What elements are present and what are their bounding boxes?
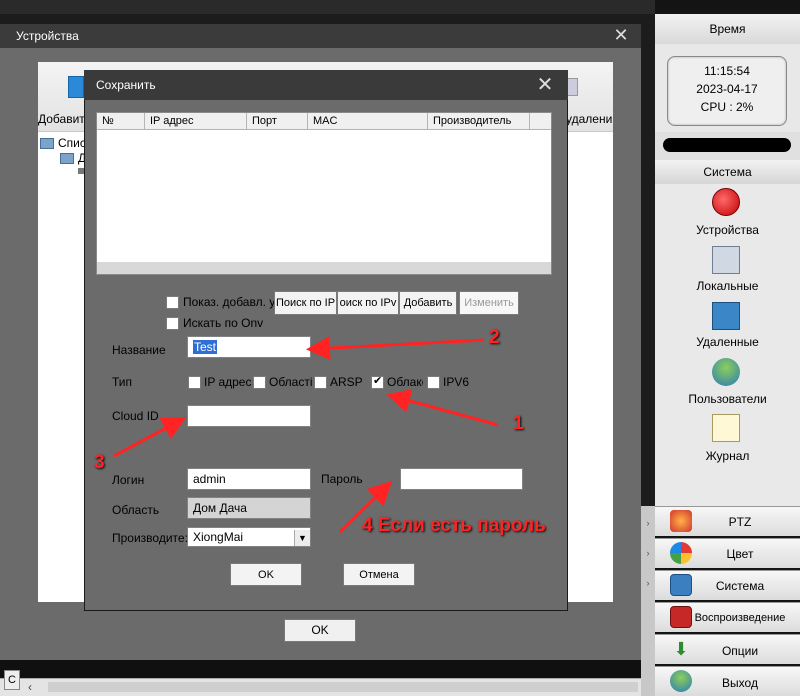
- save-dialog-title: Сохранить: [84, 70, 568, 100]
- tree-item-list[interactable]: Спис: [58, 136, 86, 150]
- chevron-icon[interactable]: ›: [641, 548, 655, 558]
- exit-icon: [670, 670, 692, 692]
- type-ip-checkbox[interactable]: [188, 376, 201, 389]
- area-label: Область: [112, 503, 160, 517]
- type-ipv6-label: IPV6: [443, 375, 470, 389]
- clock-time: 11:15:54: [704, 64, 750, 78]
- tab-options-label: Опции: [721, 644, 759, 658]
- options-icon: ⬇: [673, 639, 689, 659]
- system-header: Система: [655, 160, 800, 184]
- device-search-table[interactable]: [96, 112, 552, 275]
- scroll-track[interactable]: [48, 682, 638, 692]
- type-cloud-checkbox[interactable]: [371, 374, 384, 389]
- outer-ok-button[interactable]: OK: [284, 619, 356, 642]
- column-header-mac[interactable]: MAC: [308, 113, 428, 130]
- column-header-vendor[interactable]: Производитель: [428, 113, 530, 130]
- column-header-port[interactable]: Порт: [247, 113, 308, 130]
- local-icon[interactable]: [712, 246, 740, 274]
- menu-item-devices[interactable]: Устройства: [655, 223, 800, 237]
- chevron-down-icon[interactable]: ▼: [294, 530, 310, 546]
- vendor-label: Производите:: [112, 531, 188, 545]
- tab-playback-label: Воспроизведение: [694, 612, 786, 624]
- color-icon: [670, 542, 692, 564]
- cancel-button[interactable]: Отмена: [343, 563, 415, 586]
- close-icon[interactable]: ✕: [612, 26, 630, 44]
- add-device-label[interactable]: Добавит: [38, 112, 85, 126]
- type-cloud-label: Облако: [387, 375, 423, 389]
- type-ipv6-checkbox[interactable]: [427, 376, 440, 389]
- type-ip-label: IP адрес: [204, 375, 252, 389]
- tab-system-label: Система: [715, 579, 765, 593]
- system-icon: [670, 574, 692, 596]
- annotation-1: 1: [513, 413, 524, 434]
- time-header: Время: [655, 14, 800, 44]
- type-arsp-label: ARSP: [330, 375, 363, 389]
- login-input[interactable]: admin: [187, 468, 311, 490]
- search-ip-button[interactable]: Поиск по IP: [274, 291, 337, 315]
- cloud-id-label: Cloud ID: [112, 409, 159, 423]
- annotation-2: 2: [489, 327, 500, 348]
- menu-item-remote[interactable]: Удаленные: [655, 335, 800, 349]
- add-button[interactable]: Добавить: [399, 291, 457, 315]
- password-label: Пароль: [321, 472, 363, 486]
- search-onvif-label: Искать по Onv: [183, 316, 264, 330]
- remote-icon[interactable]: [712, 302, 740, 330]
- tree-folder-icon: [60, 153, 74, 164]
- vendor-select[interactable]: XiongMai: [187, 527, 311, 547]
- playback-icon: [670, 606, 692, 628]
- cloud-id-input[interactable]: [187, 405, 311, 427]
- type-arsp-checkbox[interactable]: [314, 376, 327, 389]
- chevron-icon[interactable]: ›: [641, 578, 655, 588]
- cpu-usage: CPU : 2%: [700, 100, 754, 114]
- show-added-label: Показ. добавл. у: [183, 295, 276, 309]
- menu-item-journal[interactable]: Журнал: [655, 449, 800, 463]
- search-onvif-checkbox[interactable]: [166, 317, 179, 330]
- table-scrollbar[interactable]: [97, 262, 551, 274]
- type-area-checkbox[interactable]: [253, 376, 266, 389]
- clock-date: 2023-04-17: [696, 82, 758, 96]
- tab-color-label: Цвет: [726, 547, 754, 561]
- login-label: Логин: [112, 473, 145, 487]
- devices-icon[interactable]: [712, 188, 740, 216]
- close-icon[interactable]: ✕: [534, 74, 556, 96]
- chevron-icon[interactable]: ›: [641, 518, 655, 528]
- devices-window-title: Устройства: [0, 24, 641, 48]
- type-label: Тип: [112, 375, 133, 389]
- tab-ptz-label: PTZ: [728, 515, 752, 529]
- name-label: Название: [112, 343, 166, 357]
- delete-device-label[interactable]: удалени: [566, 112, 612, 126]
- column-header-ip[interactable]: IP адрес: [145, 113, 247, 130]
- name-input-value: Test: [193, 340, 218, 354]
- refresh-icon[interactable]: C: [4, 670, 20, 690]
- journal-icon[interactable]: [712, 414, 740, 442]
- status-bar: [663, 138, 791, 152]
- type-area-label: Області: [269, 375, 313, 389]
- add-device-icon[interactable]: [68, 76, 84, 98]
- side-scroll[interactable]: [641, 506, 655, 696]
- menu-item-local[interactable]: Локальные: [655, 279, 800, 293]
- menu-item-users[interactable]: Пользователи: [655, 392, 800, 406]
- show-added-checkbox[interactable]: [166, 296, 179, 309]
- ok-button[interactable]: OK: [230, 563, 302, 586]
- ptz-icon: [670, 510, 692, 532]
- name-input[interactable]: Test: [187, 336, 311, 358]
- search-ipv6-button[interactable]: оиск по IPv: [337, 291, 399, 315]
- column-header-no[interactable]: №: [97, 113, 145, 130]
- annotation-4: 4 Если есть пароль: [362, 515, 546, 536]
- area-field: Дом Дача: [187, 497, 311, 519]
- tab-exit-label: Выход: [722, 676, 758, 690]
- scroll-left-icon[interactable]: ‹: [28, 680, 32, 694]
- change-button[interactable]: Изменить: [459, 291, 519, 315]
- annotation-3: 3: [94, 452, 105, 473]
- users-icon[interactable]: [712, 358, 740, 386]
- password-input[interactable]: [400, 468, 523, 490]
- tree-folder-icon: [40, 138, 54, 149]
